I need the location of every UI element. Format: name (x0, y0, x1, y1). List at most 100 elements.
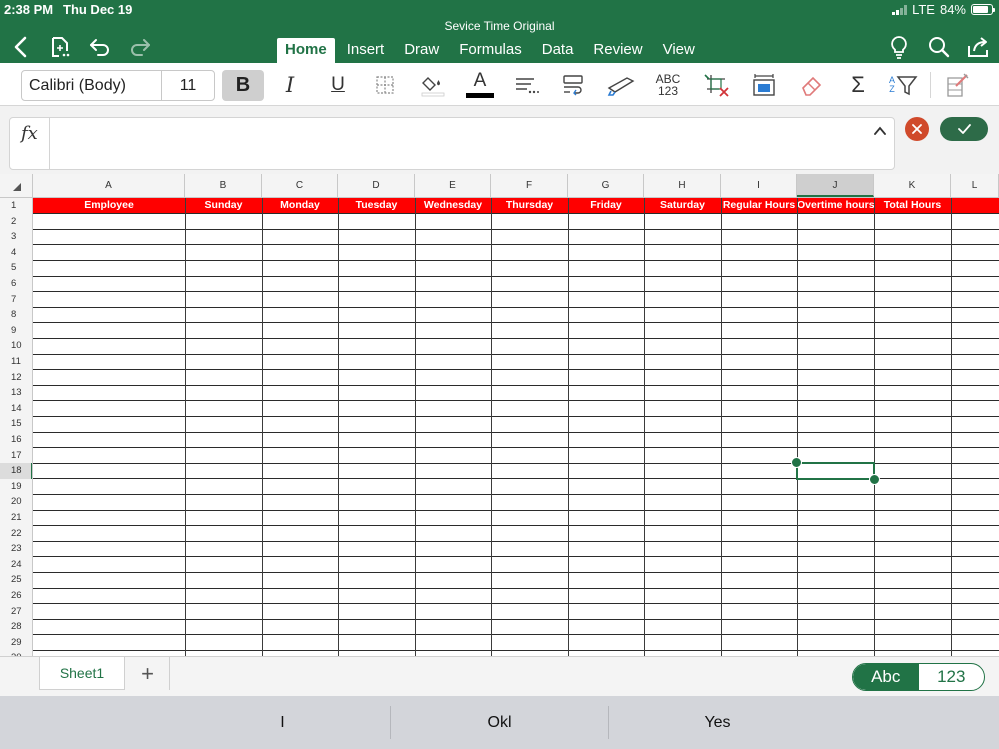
clear-eraser-icon[interactable] (796, 70, 828, 100)
row-header-23[interactable]: 23 (0, 541, 32, 557)
delete-cells-icon[interactable] (701, 70, 733, 100)
lightbulb-icon[interactable] (886, 34, 912, 60)
cell-styles-icon[interactable] (940, 70, 972, 100)
back-chevron-icon[interactable] (7, 34, 33, 60)
row-header-12[interactable]: 12 (0, 370, 32, 386)
row-header-4[interactable]: 4 (0, 245, 32, 261)
row-header-17[interactable]: 17 (0, 448, 32, 464)
header-cell-k[interactable]: Total Hours (874, 198, 951, 213)
row-header-5[interactable]: 5 (0, 260, 32, 276)
formula-input[interactable] (58, 123, 858, 147)
header-cell-d[interactable]: Tuesday (338, 198, 415, 213)
row-header-21[interactable]: 21 (0, 510, 32, 526)
cell-grid[interactable]: Employee Sunday Monday Tuesday Wednesday Thur… (33, 198, 999, 656)
header-cell-f[interactable]: Thursday (491, 198, 568, 213)
font-size-field[interactable]: 11 (162, 77, 214, 95)
selected-cell[interactable] (796, 462, 875, 480)
column-header-c[interactable]: C (262, 174, 338, 197)
row-header-2[interactable]: 2 (0, 214, 32, 230)
wrap-text-icon[interactable] (558, 70, 590, 100)
bold-button[interactable]: B (222, 70, 264, 101)
fx-label[interactable]: fx (21, 123, 38, 144)
chevron-up-icon[interactable] (872, 123, 888, 139)
column-header-e[interactable]: E (415, 174, 491, 197)
row-header-16[interactable]: 16 (0, 432, 32, 448)
file-icon[interactable] (47, 34, 73, 60)
row-header-20[interactable]: 20 (0, 494, 32, 510)
select-all-corner[interactable] (0, 174, 33, 197)
column-header-h[interactable]: H (644, 174, 721, 197)
font-name-field[interactable]: Calibri (Body) (22, 71, 162, 100)
column-header-j[interactable]: J (797, 174, 874, 197)
header-cell-l[interactable] (951, 198, 999, 213)
header-cell-c[interactable]: Monday (262, 198, 338, 213)
row-header-15[interactable]: 15 (0, 416, 32, 432)
sheet-tab[interactable]: Sheet1 (39, 657, 125, 690)
header-cell-g[interactable]: Friday (568, 198, 644, 213)
add-sheet-button[interactable]: + (126, 657, 170, 690)
borders-icon[interactable] (369, 70, 401, 100)
row-header-28[interactable]: 28 (0, 619, 32, 635)
row-header-10[interactable]: 10 (0, 338, 32, 354)
suggestion-2[interactable]: Okl (391, 696, 608, 749)
autosum-button[interactable]: Σ (842, 70, 874, 100)
tab-data[interactable]: Data (534, 38, 582, 63)
row-header-6[interactable]: 6 (0, 276, 32, 292)
redo-icon[interactable] (127, 34, 153, 60)
row-header-27[interactable]: 27 (0, 604, 32, 620)
header-cell-i[interactable]: Regular Hours (721, 198, 797, 213)
column-header-b[interactable]: B (185, 174, 262, 197)
column-header-i[interactable]: I (721, 174, 797, 197)
row-header-3[interactable]: 3 (0, 229, 32, 245)
row-header-24[interactable]: 24 (0, 557, 32, 573)
tab-draw[interactable]: Draw (396, 38, 447, 63)
underline-button[interactable]: U (322, 70, 354, 100)
share-icon[interactable] (965, 34, 991, 60)
tab-view[interactable]: View (655, 38, 703, 63)
row-header-9[interactable]: 9 (0, 323, 32, 339)
suggestion-1[interactable]: I (175, 696, 390, 749)
column-header-f[interactable]: F (491, 174, 568, 197)
sort-filter-button[interactable]: A Z (884, 70, 922, 100)
column-header-g[interactable]: G (568, 174, 644, 197)
search-icon[interactable] (926, 34, 952, 60)
row-header-25[interactable]: 25 (0, 572, 32, 588)
column-header-l[interactable]: L (951, 174, 999, 197)
row-header-14[interactable]: 14 (0, 401, 32, 417)
column-header-a[interactable]: A (33, 174, 185, 197)
row-header-7[interactable]: 7 (0, 292, 32, 308)
fill-color-icon[interactable] (417, 70, 449, 100)
header-cell-h[interactable]: Saturday (644, 198, 721, 213)
keyboard-123-option[interactable]: 123 (919, 664, 985, 690)
row-header-11[interactable]: 11 (0, 354, 32, 370)
italic-button[interactable]: I (274, 70, 306, 100)
header-cell-j[interactable]: Overtime hours (797, 198, 874, 213)
confirm-entry-button[interactable] (940, 117, 988, 141)
tab-home[interactable]: Home (277, 38, 335, 63)
selection-handle-bottom-right[interactable] (869, 473, 880, 485)
format-painter-icon[interactable] (605, 70, 637, 100)
tab-review[interactable]: Review (585, 38, 650, 63)
number-format-button[interactable]: ABC 123 (652, 70, 684, 100)
tab-formulas[interactable]: Formulas (451, 38, 530, 63)
header-cell-a[interactable]: Employee (33, 198, 185, 213)
row-header-18[interactable]: 18 (0, 463, 32, 479)
row-header-8[interactable]: 8 (0, 307, 32, 323)
cancel-entry-button[interactable] (905, 117, 929, 141)
column-header-k[interactable]: K (874, 174, 951, 197)
header-cell-b[interactable]: Sunday (185, 198, 262, 213)
column-header-d[interactable]: D (338, 174, 415, 197)
row-header-1[interactable]: 1 (0, 198, 32, 214)
row-header-22[interactable]: 22 (0, 526, 32, 542)
undo-icon[interactable] (87, 34, 113, 60)
row-header-26[interactable]: 26 (0, 588, 32, 604)
header-cell-e[interactable]: Wednesday (415, 198, 491, 213)
column-width-icon[interactable] (748, 70, 780, 100)
suggestion-3[interactable]: Yes (609, 696, 826, 749)
align-icon[interactable] (510, 70, 542, 100)
row-header-19[interactable]: 19 (0, 479, 32, 495)
keyboard-abc-option[interactable]: Abc (853, 664, 919, 690)
formula-bar[interactable]: fx (9, 117, 895, 170)
font-color-button[interactable]: A (464, 70, 496, 100)
row-header-13[interactable]: 13 (0, 385, 32, 401)
